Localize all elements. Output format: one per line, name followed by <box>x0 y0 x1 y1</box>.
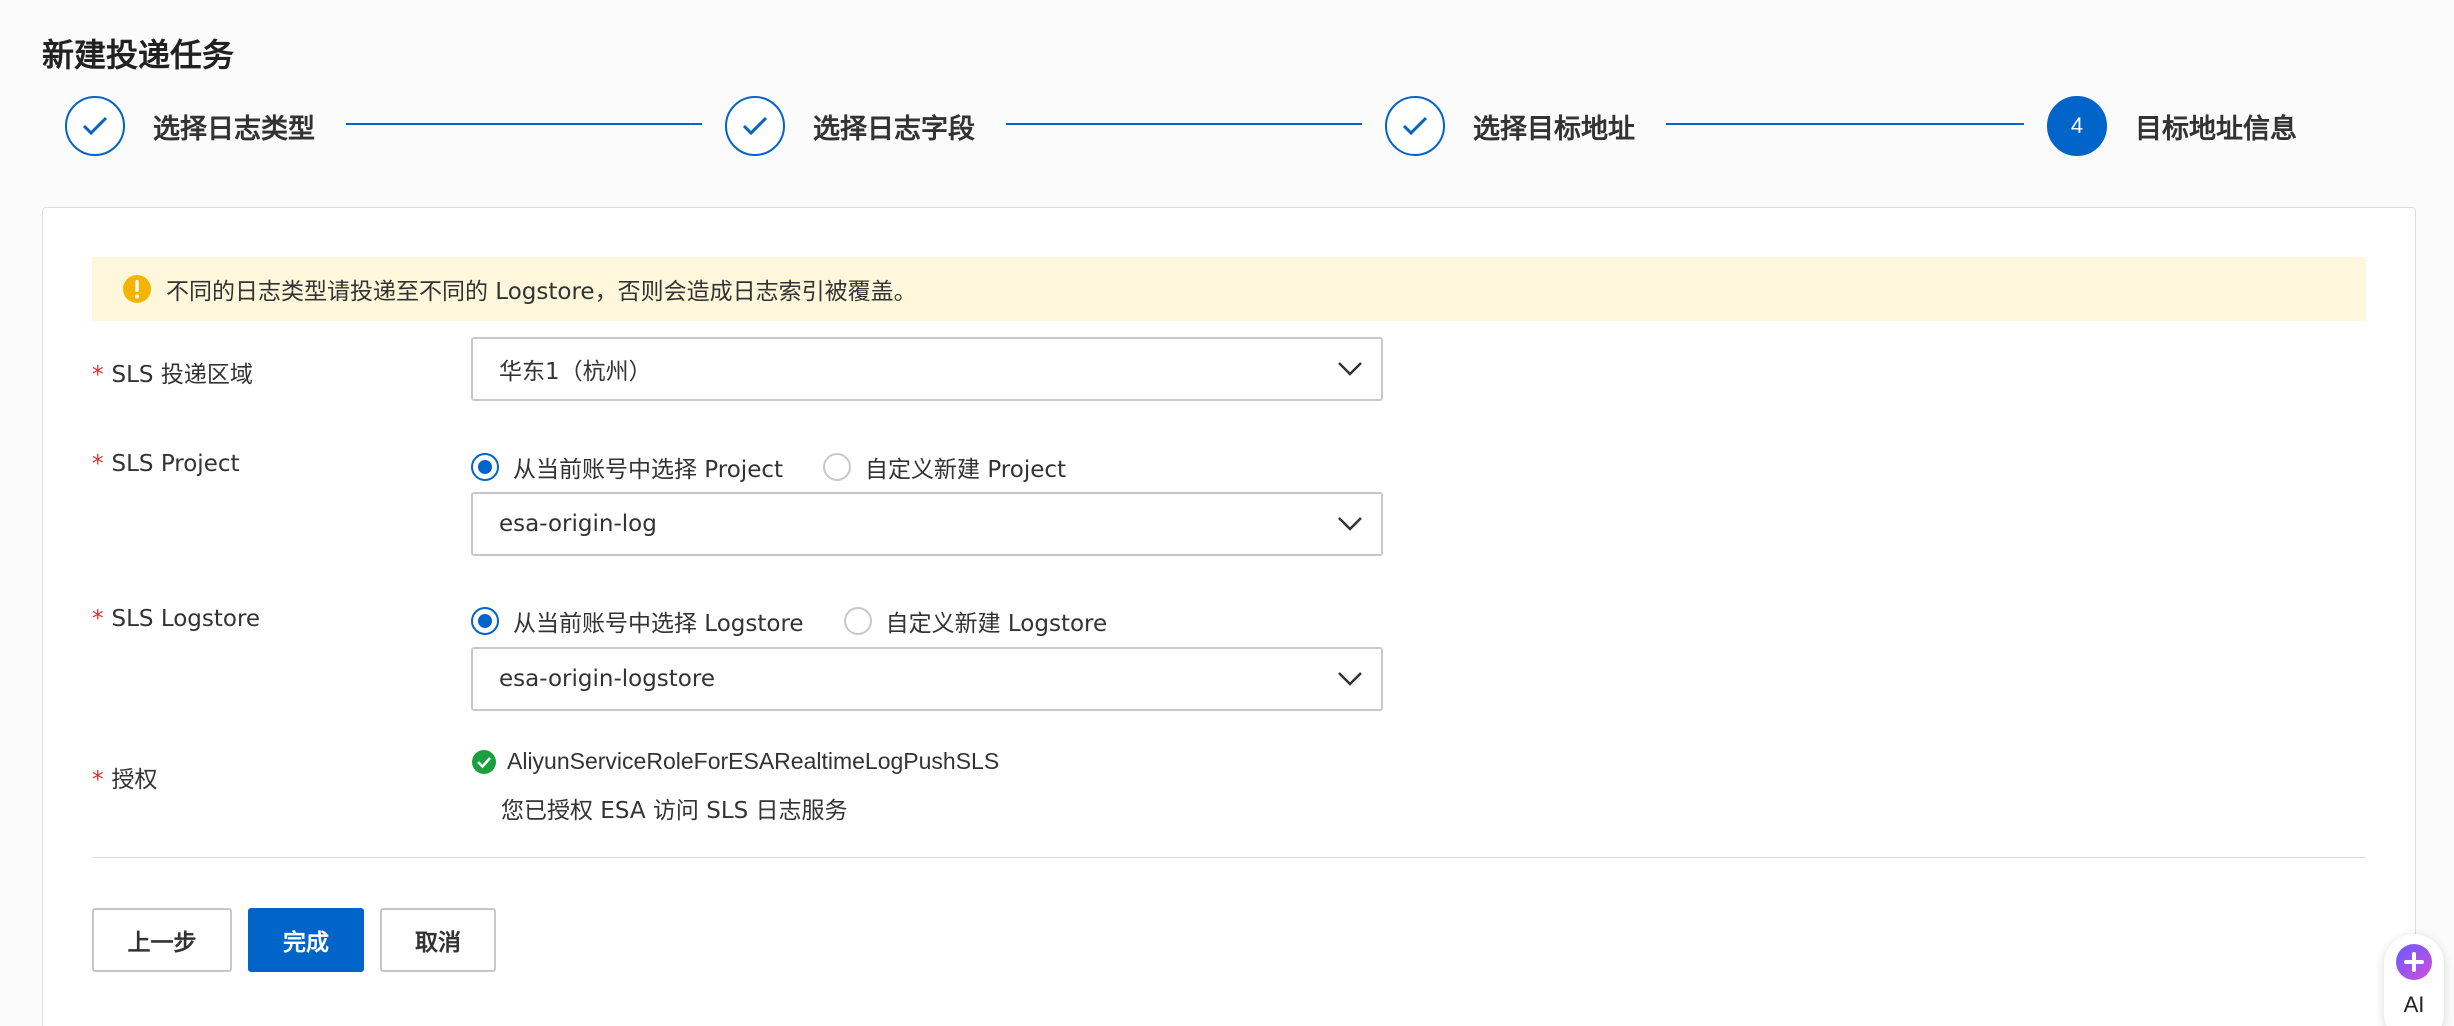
step-connector <box>1666 123 2024 125</box>
project-label-text: SLS Project <box>111 451 240 477</box>
auth-role-name: AliyunServiceRoleForESARealtimeLogPushSL… <box>507 748 1000 774</box>
step-2-label: 选择日志字段 <box>813 113 975 145</box>
radio-unchecked[interactable] <box>823 453 852 481</box>
required-mark: * <box>92 606 104 632</box>
step-connector <box>1006 123 1362 125</box>
check-icon <box>1385 96 1445 156</box>
logstore-select[interactable]: esa-origin-logstore <box>471 647 1383 711</box>
project-radio-existing-label: 从当前账号中选择 Project <box>513 457 784 483</box>
ai-label: AI <box>2403 992 2425 1017</box>
check-icon <box>725 96 785 156</box>
form-card <box>42 207 2416 1026</box>
project-radio-existing[interactable]: 从当前账号中选择 Project <box>471 450 783 484</box>
region-select-value: 华东1（杭州） <box>499 359 652 385</box>
radio-checked[interactable] <box>471 607 499 635</box>
chevron-down-icon <box>1338 362 1362 376</box>
required-mark: * <box>92 767 104 793</box>
logstore-radio-new-label: 自定义新建 Logstore <box>885 611 1108 637</box>
logstore-label: * SLS Logstore <box>92 606 260 632</box>
radio-unchecked[interactable] <box>843 607 872 635</box>
required-mark: * <box>92 451 104 477</box>
required-mark: * <box>92 362 104 388</box>
auth-status: AliyunServiceRoleForESARealtimeLogPushSL… <box>471 748 999 775</box>
project-label: * SLS Project <box>92 451 240 477</box>
logstore-select-value: esa-origin-logstore <box>499 666 715 692</box>
finish-button[interactable]: 完成 <box>248 908 364 972</box>
project-select-value: esa-origin-log <box>499 511 657 537</box>
project-radio-group: 从当前账号中选择 Project 自定义新建 Project <box>471 449 1106 485</box>
auth-label: * 授权 <box>92 760 158 794</box>
check-circle-icon <box>472 749 496 774</box>
logstore-radio-group: 从当前账号中选择 Logstore 自定义新建 Logstore <box>471 603 1147 639</box>
radio-checked[interactable] <box>471 453 499 481</box>
region-label-text: SLS 投递区域 <box>111 362 253 388</box>
logstore-radio-existing[interactable]: 从当前账号中选择 Logstore <box>471 604 804 638</box>
step-4-number: 4 <box>2047 96 2107 156</box>
logstore-radio-existing-label: 从当前账号中选择 Logstore <box>513 611 804 637</box>
step-4-label: 目标地址信息 <box>2135 113 2297 145</box>
chevron-down-icon <box>1338 517 1362 531</box>
cancel-button[interactable]: 取消 <box>380 908 496 972</box>
project-radio-new[interactable]: 自定义新建 Project <box>823 450 1066 484</box>
logstore-label-text: SLS Logstore <box>111 606 261 632</box>
step-4: 4 目标地址信息 <box>2047 94 2297 158</box>
warning-alert: 不同的日志类型请投递至不同的 Logstore，否则会造成日志索引被覆盖。 <box>92 257 2366 321</box>
page: 新建投递任务 选择日志类型 选择日志字段 选择目标地址 4 目标地址信息 不同的… <box>0 0 2454 1026</box>
auth-label-text: 授权 <box>111 767 158 793</box>
step-connector <box>346 123 702 125</box>
step-2: 选择日志字段 <box>725 94 975 158</box>
logstore-radio-new[interactable]: 自定义新建 Logstore <box>843 604 1108 638</box>
ai-assistant-widget[interactable]: AI <box>2384 934 2444 1026</box>
project-select[interactable]: esa-origin-log <box>471 492 1383 556</box>
step-3-label: 选择目标地址 <box>1473 113 1635 145</box>
step-3: 选择目标地址 <box>1385 94 1635 158</box>
prev-step-button[interactable]: 上一步 <box>92 908 232 972</box>
check-icon <box>65 96 125 156</box>
step-1-label: 选择日志类型 <box>153 113 315 145</box>
page-title: 新建投递任务 <box>42 36 235 74</box>
region-label: * SLS 投递区域 <box>92 355 253 389</box>
alert-text: 不同的日志类型请投递至不同的 Logstore，否则会造成日志索引被覆盖。 <box>166 279 917 305</box>
step-1: 选择日志类型 <box>65 94 315 158</box>
chevron-down-icon <box>1338 672 1362 686</box>
divider <box>92 857 2366 858</box>
ai-plus-icon <box>2396 944 2432 980</box>
project-radio-new-label: 自定义新建 Project <box>865 457 1067 483</box>
region-select[interactable]: 华东1（杭州） <box>471 337 1383 401</box>
warning-icon <box>123 275 151 303</box>
auth-description: 您已授权 ESA 访问 SLS 日志服务 <box>501 798 848 824</box>
